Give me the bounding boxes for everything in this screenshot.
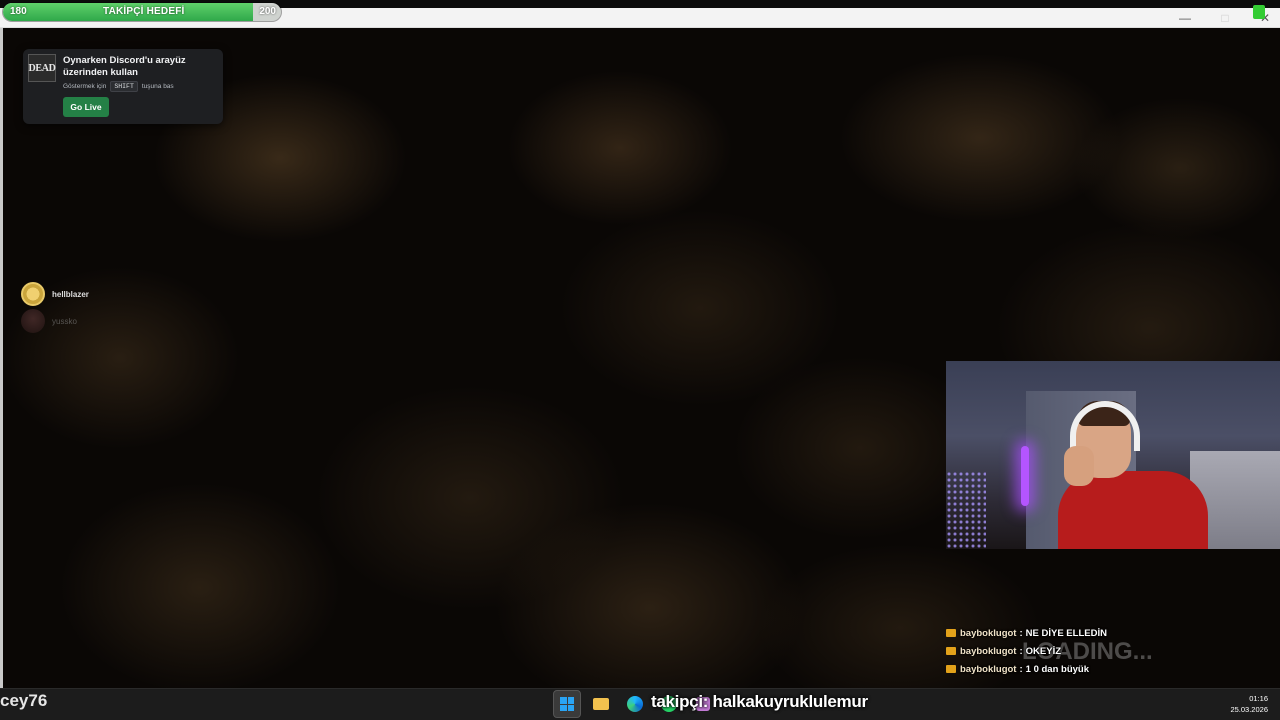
status-indicator-icon	[1253, 5, 1265, 19]
stream-chat: bayboklugot : NE DİYE ELLEDİN bayboklugo…	[946, 624, 1276, 678]
webcam-led-lights	[946, 471, 986, 549]
voice-user-name: yussko	[52, 316, 77, 326]
chat-message: bayboklugot : OKEYİZ	[946, 642, 1276, 660]
chat-text: 1 0 dan büyük	[1025, 663, 1090, 675]
clock-date: 25.03.2026	[1230, 705, 1268, 714]
follower-ticker: takipçi: halkakuyruklulemur	[651, 692, 868, 711]
chat-username: bayboklugot	[960, 645, 1017, 657]
go-live-button[interactable]: Go Live	[63, 97, 109, 117]
edge-browser-icon[interactable]	[621, 690, 649, 718]
chat-username: bayboklugot	[960, 627, 1017, 639]
streamer-hand	[1064, 446, 1094, 486]
chat-badge-icon	[946, 647, 956, 655]
discord-overlay-card: DEAD Oynarken Discord'u arayüz üzerinden…	[23, 49, 223, 124]
clock-time: 01:16	[1249, 694, 1268, 703]
webcam-feed	[946, 361, 1280, 549]
webcam-purple-light	[1021, 446, 1029, 506]
chat-separator: :	[1019, 663, 1023, 675]
maximize-icon[interactable]: □	[1218, 11, 1232, 25]
hint-text-after: tuşuna bas	[141, 83, 174, 90]
edge-shape	[627, 696, 643, 712]
follower-goal-title: TAKİPÇİ HEDEFİ	[103, 6, 185, 17]
chat-text: NE DİYE ELLEDİN	[1025, 627, 1107, 639]
chat-badge-icon	[946, 629, 956, 637]
chat-separator: :	[1019, 645, 1023, 657]
voice-user: yussko	[21, 309, 77, 333]
game-background	[0, 28, 1280, 688]
follower-goal-current: 180	[10, 6, 27, 17]
file-explorer-icon[interactable]	[587, 690, 615, 718]
viewer-name-overlay: cey76	[0, 691, 48, 710]
follower-goal-bar: 180 TAKİPÇİ HEDEFİ 200	[3, 3, 281, 21]
taskbar-clock[interactable]: 01:16 25.03.2026	[1230, 693, 1268, 715]
folder-shape	[593, 698, 609, 710]
discord-overlay-title: Oynarken Discord'u arayüz üzerinden kull…	[63, 55, 186, 78]
windows-logo	[560, 697, 574, 711]
avatar	[21, 282, 45, 306]
window-left-edge	[0, 28, 3, 688]
game-logo-icon: DEAD	[28, 54, 56, 82]
chat-badge-icon	[946, 665, 956, 673]
discord-overlay-hint: Göstermek için SHIFT tuşuna bas	[63, 81, 174, 92]
stream-screen: — □ ✕ 180 TAKİPÇİ HEDEFİ 200 DEAD Oynark…	[0, 0, 1280, 720]
chat-separator: :	[1019, 627, 1023, 639]
chat-message: bayboklugot : NE DİYE ELLEDİN	[946, 624, 1276, 642]
hint-text-before: Göstermek için	[63, 83, 107, 90]
chat-username: bayboklugot	[960, 663, 1017, 675]
minimize-icon[interactable]: —	[1178, 11, 1192, 25]
shortcut-key: SHIFT	[110, 81, 138, 92]
voice-user: hellblazer	[21, 282, 89, 306]
voice-user-name: hellblazer	[52, 289, 89, 299]
chat-message: bayboklugot : 1 0 dan büyük	[946, 660, 1276, 678]
windows-start-icon[interactable]	[553, 690, 581, 718]
avatar	[21, 309, 45, 333]
follower-goal-target: 200	[259, 6, 276, 17]
chat-text: OKEYİZ	[1025, 645, 1062, 657]
